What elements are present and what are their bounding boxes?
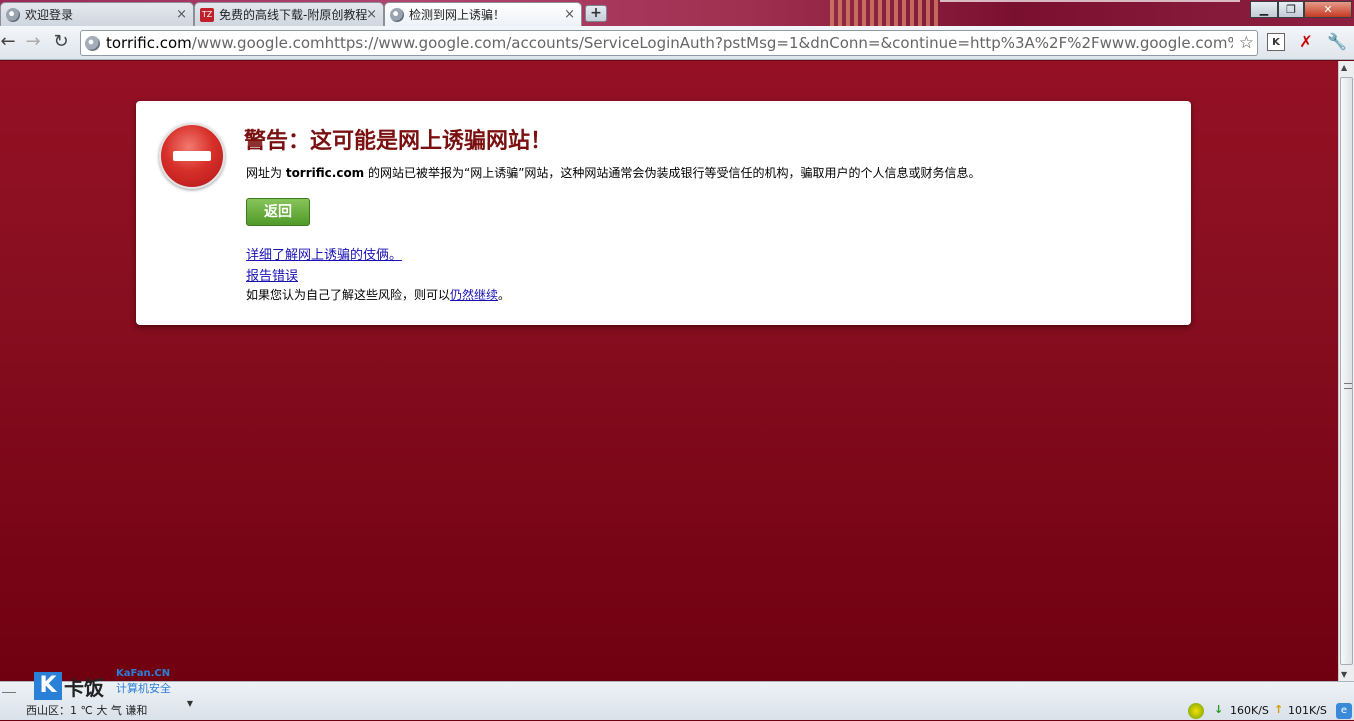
- globe-icon: [6, 8, 20, 22]
- stop-sign-bar: [173, 151, 211, 161]
- proceed-suffix: 。: [498, 288, 511, 302]
- vertical-scrollbar[interactable]: ▲ ▼: [1338, 61, 1354, 681]
- tab-strip: 欢迎登录 × TZ 免费的高线下载-附原创教程 × 检测到网上诱骗！ × + ▁…: [0, 0, 1354, 26]
- tab-close-icon[interactable]: ×: [366, 3, 377, 26]
- globe-icon: [390, 8, 404, 22]
- bookmark-star-icon[interactable]: ☆: [1239, 31, 1254, 55]
- phishing-warning-card: 警告：这可能是网上诱骗网站！ 网址为 torrific.com 的网站已被举报为…: [136, 101, 1191, 325]
- weather-widget[interactable]: 西山区：1 ℃ 大 气 谦和: [26, 702, 147, 718]
- upload-arrow-icon: ↑: [1274, 703, 1284, 716]
- tab-title: 检测到网上诱骗！: [409, 8, 506, 22]
- desc-suffix: 的网站已被举报为“网上诱骗”网站，这种网站通常会伪装成银行等受信任的机构，骗取用…: [364, 166, 981, 180]
- tab-close-icon[interactable]: ×: [176, 3, 187, 26]
- forward-button[interactable]: →: [22, 31, 44, 53]
- url-text[interactable]: torrific.com/www.google.comhttps://www.g…: [106, 31, 1233, 55]
- kafan-subtitle: 计算机安全: [116, 682, 171, 695]
- url-host: torrific.com: [106, 34, 192, 52]
- taskbar: K 卡饭 KaFan.CN 计算机安全 西山区：1 ℃ 大 气 谦和 ▼ ↓ 1…: [0, 668, 1354, 721]
- taskbar-left-grip: [2, 692, 16, 706]
- taskbar-dropdown-icon[interactable]: ▼: [184, 690, 196, 718]
- stop-sign-icon: [159, 123, 225, 189]
- page-info-icon[interactable]: [85, 36, 100, 51]
- network-speed-widget[interactable]: ↓ 160K/S ↑ 101K/S e: [1182, 701, 1354, 721]
- minimize-button[interactable]: ▁: [1250, 1, 1278, 18]
- reload-button[interactable]: ↻: [50, 31, 72, 53]
- close-window-button[interactable]: ✕: [1304, 1, 1352, 18]
- tab-login[interactable]: 欢迎登录 ×: [0, 2, 194, 26]
- new-tab-button[interactable]: +: [585, 5, 607, 22]
- scrollbar-grip: [1344, 383, 1352, 389]
- warning-title: 警告：这可能是网上诱骗网站！: [244, 128, 553, 154]
- proceed-prefix: 如果您认为自己了解这些风险，则可以: [246, 288, 451, 302]
- tab-close-icon[interactable]: ×: [564, 3, 575, 26]
- kafan-logo-icon: K: [34, 672, 62, 700]
- report-error-link[interactable]: 报告错误: [246, 265, 298, 284]
- download-arrow-icon: ↓: [1214, 703, 1224, 716]
- proceed-anyway-link[interactable]: 仍然继续: [450, 288, 498, 302]
- scroll-down-icon[interactable]: ▼: [1341, 670, 1347, 679]
- url-path: /www.google.comhttps://www.google.com/ac…: [191, 34, 1233, 52]
- tab-download[interactable]: TZ 免费的高线下载-附原创教程 ×: [194, 2, 384, 26]
- desc-host: torrific.com: [285, 166, 365, 180]
- download-speed: 160K/S: [1230, 704, 1269, 717]
- site-logo-icon: TZ: [200, 8, 214, 22]
- address-bar[interactable]: torrific.com/www.google.comhttps://www.g…: [80, 30, 1258, 56]
- proceed-line: 如果您认为自己了解这些风险，则可以仍然继续。: [246, 286, 510, 303]
- kafan-logo-text: 卡饭: [64, 676, 104, 700]
- ie-icon[interactable]: e: [1336, 703, 1352, 719]
- maximize-button[interactable]: ❐: [1278, 1, 1304, 18]
- tab-title: 免费的高线下载-附原创教程: [219, 8, 368, 22]
- extension-k-icon[interactable]: K: [1267, 33, 1285, 51]
- title-bar-decoration-line: [940, 0, 1240, 2]
- learn-more-link[interactable]: 详细了解网上诱骗的伎俩。: [246, 244, 402, 263]
- network-monitor-icon[interactable]: [1188, 703, 1204, 719]
- scrollbar-thumb[interactable]: [1340, 77, 1353, 665]
- kafan-url: KaFan.CN: [116, 668, 171, 679]
- title-bar-decoration: [830, 0, 940, 26]
- extension-red-icon[interactable]: ✗: [1297, 33, 1315, 51]
- upload-speed: 101K/S: [1288, 704, 1327, 717]
- browser-toolbar: ← → ↻ torrific.com/www.google.comhttps:/…: [0, 26, 1354, 60]
- desc-prefix: 网址为: [246, 166, 286, 180]
- tab-title: 欢迎登录: [25, 8, 74, 22]
- tab-phishing-warning[interactable]: 检测到网上诱骗！ ×: [384, 2, 582, 26]
- wrench-icon[interactable]: 🔧: [1327, 33, 1347, 51]
- go-back-button[interactable]: 返回: [246, 198, 310, 226]
- warning-description: 网址为 torrific.com 的网站已被举报为“网上诱骗”网站，这种网站通常…: [246, 164, 980, 181]
- back-button[interactable]: ←: [0, 31, 19, 53]
- scroll-up-icon[interactable]: ▲: [1341, 63, 1347, 72]
